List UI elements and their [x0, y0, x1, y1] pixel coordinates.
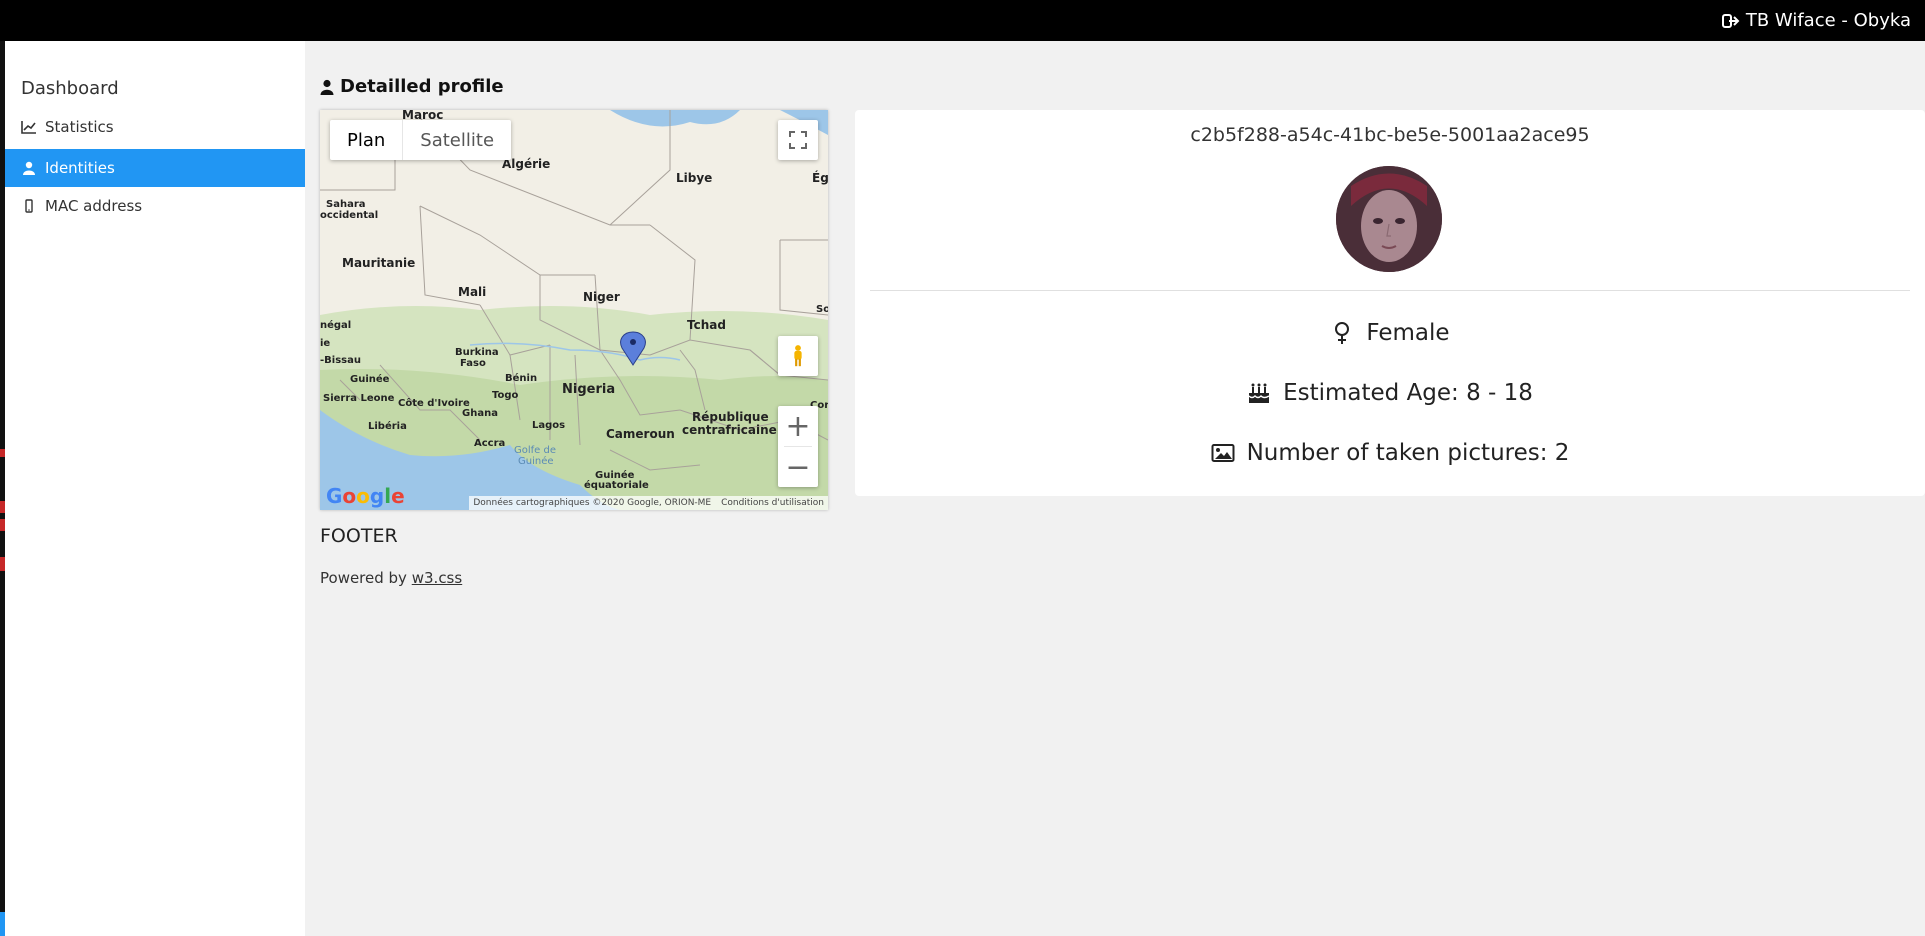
- top-bar: TB Wiface - Obyka: [0, 0, 1925, 41]
- location-map[interactable]: Maroc Algérie Libye Ég Sahara occidental…: [320, 110, 828, 510]
- map-terrain: [320, 110, 828, 510]
- age-row: Estimated Age: 8 - 18: [855, 380, 1925, 406]
- sidebar-item-mac-address[interactable]: MAC address: [5, 187, 305, 225]
- map-type-control: Plan Satellite: [330, 120, 512, 160]
- image-icon: [1211, 444, 1235, 462]
- map-label: Guinée: [350, 374, 390, 385]
- w3css-link[interactable]: w3.css: [412, 569, 462, 587]
- map-label: Sierra Leone: [323, 393, 395, 404]
- map-label: Libye: [676, 171, 713, 185]
- pictures-row: Number of taken pictures: 2: [855, 440, 1925, 466]
- map-data-credit: Données cartographiques ©2020 Google, OR…: [473, 498, 712, 508]
- sign-out-icon: [1721, 13, 1740, 28]
- venus-icon: [1335, 322, 1350, 344]
- map-label: Lagos: [532, 420, 566, 431]
- user-label: TB Wiface - Obyka: [1745, 10, 1911, 31]
- logout-link[interactable]: TB Wiface - Obyka: [1721, 0, 1911, 41]
- map-label: Ég: [812, 171, 828, 185]
- map-label: Accra: [474, 438, 506, 449]
- map-label: Guinée: [518, 456, 554, 467]
- user-icon: [320, 79, 334, 95]
- terms-link[interactable]: Conditions d'utilisation: [721, 498, 824, 508]
- sidebar-item-label: Statistics: [45, 118, 114, 136]
- fullscreen-icon: [789, 131, 807, 149]
- google-logo[interactable]: Google: [326, 484, 405, 508]
- map-type-satellite-button[interactable]: Satellite: [403, 120, 511, 160]
- sidebar-item-label: Identities: [45, 159, 115, 177]
- map-label: centrafricaine: [682, 423, 777, 437]
- page-title-text: Detailled profile: [340, 76, 504, 97]
- sidebar-item-statistics[interactable]: Statistics: [5, 108, 305, 146]
- map-label: Faso: [460, 358, 486, 369]
- map-label: So: [816, 304, 828, 315]
- map-label: Côte d'Ivoire: [398, 398, 470, 409]
- map-label: négal: [320, 320, 352, 331]
- card-divider: [870, 290, 1910, 291]
- map-label: Mali: [458, 285, 487, 299]
- zoom-out-button[interactable]: −: [778, 447, 818, 487]
- birthday-cake-icon: [1248, 383, 1270, 403]
- map-label: -Bissau: [320, 355, 361, 366]
- street-view-pegman[interactable]: [778, 336, 818, 376]
- map-label: occidental: [320, 210, 379, 221]
- zoom-control: + −: [778, 406, 818, 487]
- map-label: Libéria: [368, 421, 407, 432]
- footer-heading: FOOTER: [320, 525, 398, 547]
- map-label: Cameroun: [606, 427, 675, 441]
- gender-row: Female: [855, 320, 1925, 346]
- avatar: [1336, 166, 1442, 272]
- gender-value: Female: [1366, 320, 1450, 346]
- avatar-face: [1336, 166, 1442, 272]
- sidebar-item-label: MAC address: [45, 197, 143, 215]
- footer-credit-prefix: Powered by: [320, 569, 407, 587]
- age-value: Estimated Age: 8 - 18: [1283, 380, 1533, 406]
- map-label: Mauritanie: [342, 256, 416, 270]
- map-label: Tchad: [687, 318, 726, 332]
- pictures-value: Number of taken pictures: 2: [1246, 440, 1570, 466]
- mobile-icon: [25, 199, 33, 213]
- map-label: Niger: [583, 290, 620, 304]
- map-attribution: Données cartographiques ©2020 Google, OR…: [469, 496, 828, 510]
- map-label: République: [692, 410, 769, 424]
- footer-credit: Powered by w3.css: [320, 569, 462, 587]
- chart-line-icon: [21, 121, 36, 134]
- identity-id: c2b5f288-a54c-41bc-be5e-5001aa2ace95: [1190, 124, 1590, 146]
- profile-card: c2b5f288-a54c-41bc-be5e-5001aa2ace95 Fem…: [855, 110, 1925, 496]
- page-title: Detailled profile: [320, 76, 504, 97]
- user-icon: [23, 161, 35, 175]
- sidebar-title: Dashboard: [21, 78, 119, 99]
- fullscreen-button[interactable]: [778, 120, 818, 160]
- map-label: Nigeria: [562, 382, 616, 397]
- map-type-plan-button[interactable]: Plan: [330, 120, 404, 160]
- map-label: Golfe de: [514, 445, 556, 456]
- map-label: équatoriale: [584, 480, 649, 491]
- map-label: ie: [320, 338, 331, 349]
- sidebar: Dashboard Statistics Identities MAC addr…: [5, 41, 305, 936]
- sidebar-item-identities[interactable]: Identities: [5, 149, 305, 187]
- map-label: Sahara: [326, 199, 366, 210]
- map-label: Bénin: [505, 373, 538, 384]
- map-label: Burkina: [455, 347, 499, 358]
- map-label: Ghana: [462, 408, 498, 419]
- pegman-icon: [794, 345, 802, 367]
- map-label: Togo: [492, 390, 519, 401]
- zoom-in-button[interactable]: +: [778, 406, 818, 446]
